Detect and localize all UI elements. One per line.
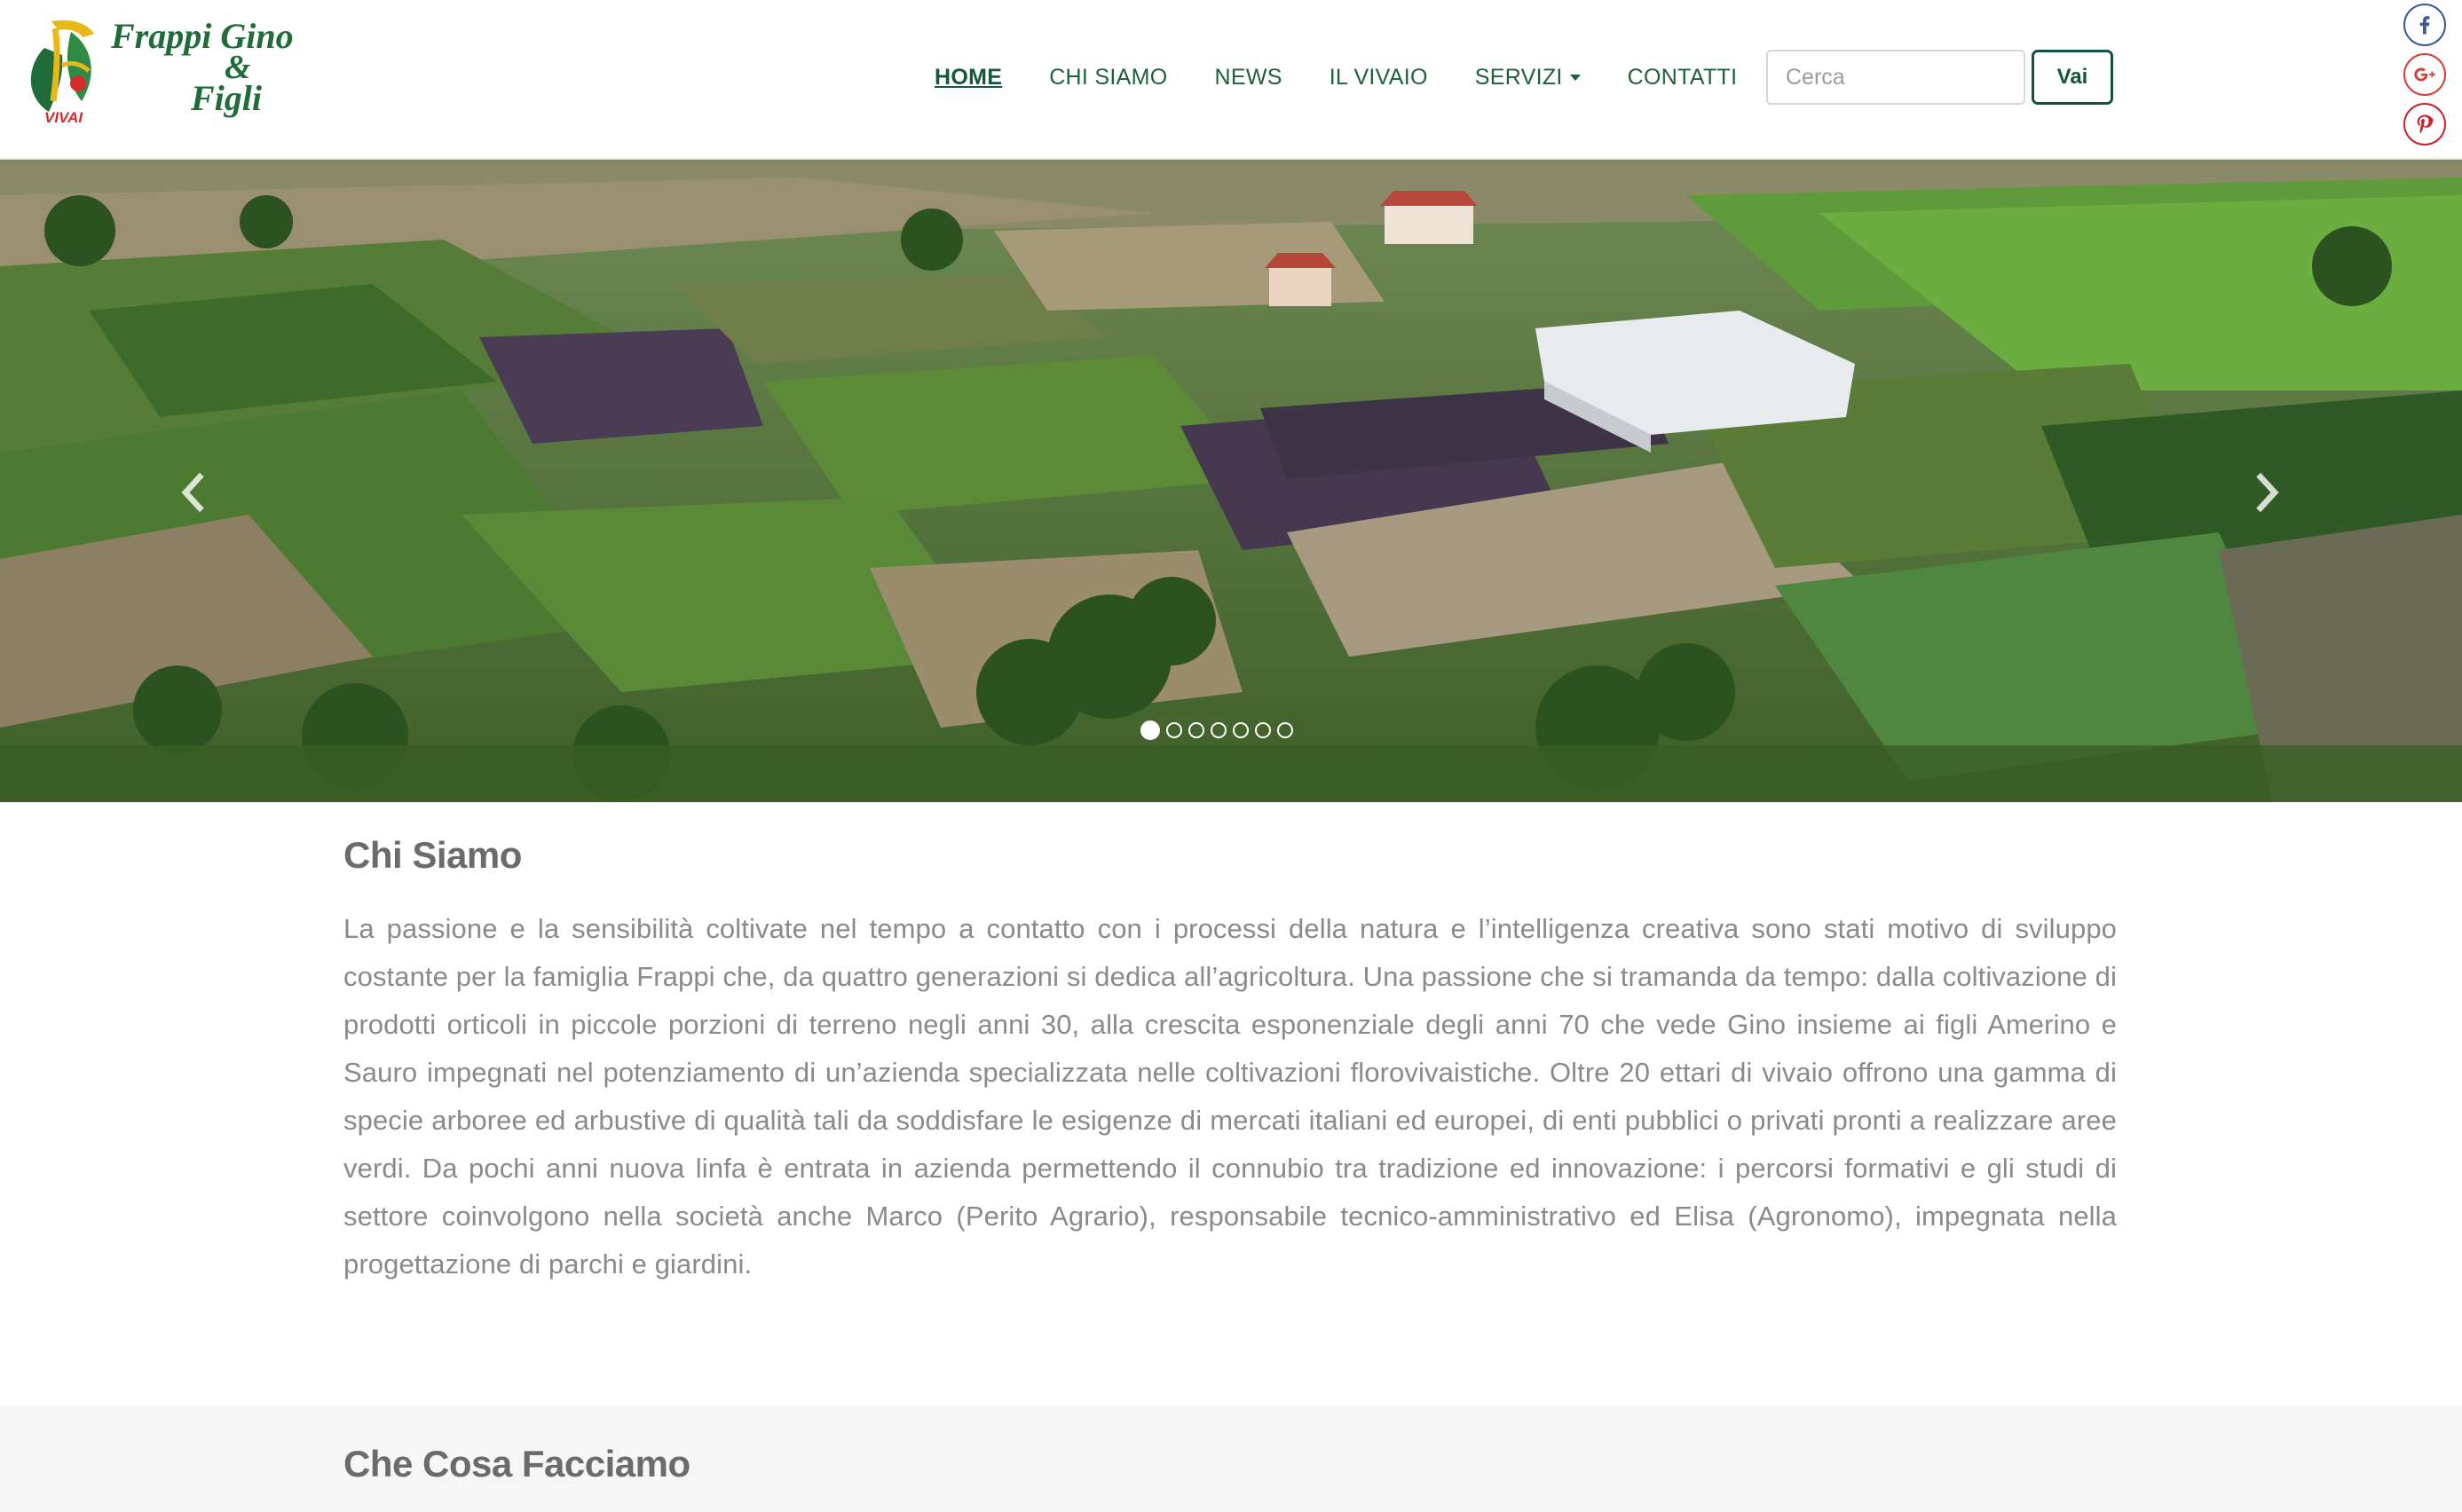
slider-dot[interactable] <box>1188 722 1204 738</box>
hero-slider <box>0 160 2462 802</box>
google-plus-link[interactable] <box>2403 53 2446 96</box>
site-header: VIVAI Frappi Gino & Figli HOME CHI SIAMO… <box>0 0 2462 160</box>
caret-down-icon <box>1569 75 1581 82</box>
chevron-left-icon <box>181 472 204 513</box>
logo-name-line3: Figli <box>190 78 262 118</box>
logo-name-line1: Frappi Gino <box>110 16 294 56</box>
about-paragraph: La passione e la sensibilità coltivate n… <box>343 913 2117 1280</box>
slider-indicators <box>1140 721 1299 740</box>
google-plus-icon <box>2414 67 2435 82</box>
slider-dot[interactable] <box>1140 721 1160 740</box>
chevron-right-icon <box>2256 472 2279 513</box>
nav-news[interactable]: NEWS <box>1214 65 1282 91</box>
slider-prev-button[interactable] <box>172 466 217 519</box>
main-nav: HOME CHI SIAMO NEWS IL VIVAIO SERVIZI CO… <box>935 48 1784 106</box>
nursery-aerial-photo <box>0 160 2462 802</box>
slider-dot[interactable] <box>1255 722 1271 738</box>
facebook-link[interactable] <box>2403 4 2446 46</box>
slider-dot[interactable] <box>1211 722 1227 738</box>
slider-dot[interactable] <box>1166 722 1182 738</box>
nav-contatti[interactable]: CONTATTI <box>1628 65 1738 91</box>
search-button[interactable]: Vai <box>2032 50 2113 105</box>
search-input[interactable] <box>1766 50 2025 105</box>
slider-dot[interactable] <box>1233 722 1249 738</box>
logo-tagline: VIVAI <box>44 109 83 126</box>
site-logo[interactable]: VIVAI Frappi Gino & Figli <box>9 12 337 128</box>
nav-servizi[interactable]: SERVIZI <box>1475 65 1581 91</box>
nav-il-vivaio[interactable]: IL VIVAIO <box>1330 65 1428 91</box>
slider-dot[interactable] <box>1277 722 1293 738</box>
pinterest-icon <box>2417 114 2434 134</box>
facebook-icon <box>2419 16 2430 35</box>
nav-home[interactable]: HOME <box>935 65 1002 91</box>
services-heading: Che Cosa Facciamo <box>343 1443 690 1484</box>
about-heading: Chi Siamo <box>343 834 522 876</box>
nav-servizi-label: SERVIZI <box>1474 64 1563 90</box>
slider-next-button[interactable] <box>2244 466 2288 519</box>
pinterest-link[interactable] <box>2403 103 2446 146</box>
nav-chi-siamo[interactable]: CHI SIAMO <box>1049 65 1167 91</box>
